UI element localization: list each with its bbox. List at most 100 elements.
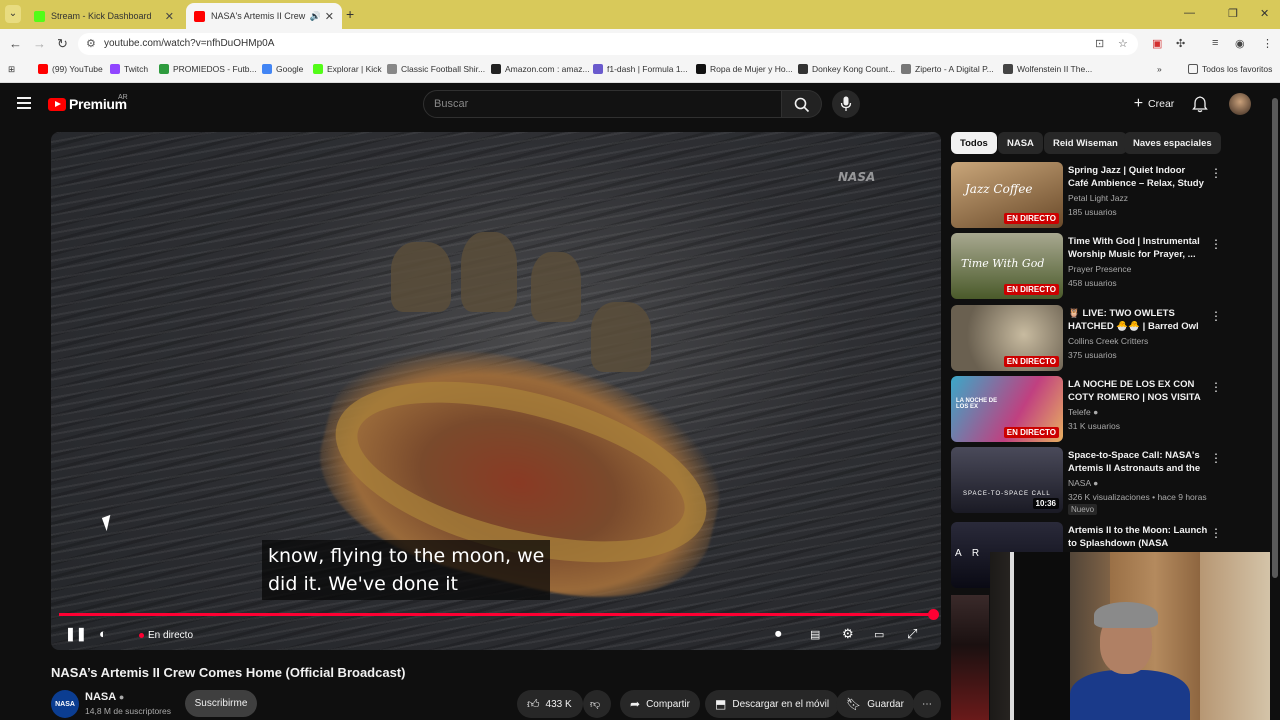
url-text[interactable]: youtube.com/watch?v=nfhDuOHMp0A — [104, 38, 274, 49]
extensions-icon[interactable]: ✣ — [1176, 37, 1185, 50]
hamburger-menu-icon[interactable] — [17, 97, 31, 109]
bookmark-item[interactable]: Twitch — [110, 64, 148, 74]
recommendation-item[interactable]: Time With God EN DIRECTO Time With God |… — [951, 233, 1251, 299]
bookmark-item[interactable]: PROMIEDOS - Futb... — [159, 64, 257, 74]
restore-icon[interactable]: ❐ — [1228, 7, 1238, 20]
subtitles-icon[interactable]: ▤ — [810, 628, 820, 641]
bookmark-item[interactable]: (99) YouTube — [38, 64, 103, 74]
thumbnail[interactable]: EN DIRECTO — [951, 305, 1063, 371]
media-controls-icon[interactable]: ≡ — [1212, 37, 1218, 49]
dislike-button[interactable]: 👎︎ — [583, 690, 611, 718]
bookmark-favicon-icon — [38, 64, 48, 74]
search-input[interactable]: Buscar — [423, 90, 782, 118]
bookmark-star-icon[interactable]: ☆ — [1118, 37, 1128, 50]
all-favorites[interactable]: Todos los favoritos — [1188, 64, 1272, 74]
more-vertical-icon[interactable]: ⋮ — [1210, 166, 1222, 180]
bookmark-item[interactable]: Ropa de Mujer y Ho... — [696, 64, 793, 74]
create-button[interactable]: + Crear — [1124, 90, 1184, 118]
recommendation-title[interactable]: Artemis II to the Moon: Launch to Splash… — [1068, 524, 1208, 550]
new-tab-button[interactable]: + — [346, 6, 354, 22]
bookmark-item[interactable]: Donkey Kong Count... — [798, 64, 895, 74]
reload-icon[interactable]: ↻ — [57, 36, 68, 52]
address-bar[interactable]: ⚙ youtube.com/watch?v=nfhDuOHMp0A ⊡ ☆ — [78, 33, 1138, 55]
browser-tab-kick[interactable]: Stream - Kick Dashboard ✕ — [26, 3, 182, 29]
profile-avatar-icon[interactable]: ◉ — [1235, 37, 1245, 50]
close-tab-icon[interactable]: ✕ — [325, 10, 334, 23]
recommendation-title[interactable]: Spring Jazz | Quiet Indoor Café Ambience… — [1068, 164, 1208, 190]
channel-name[interactable]: NASA ● — [85, 691, 124, 703]
fullscreen-icon[interactable]: ⤢ — [907, 626, 917, 642]
notifications-bell-icon[interactable] — [1192, 96, 1208, 113]
chip-reid-wiseman[interactable]: Reid Wiseman — [1044, 132, 1127, 154]
bookmark-item[interactable]: Ziperto - A Digital P... — [901, 64, 994, 74]
recommendation-item[interactable]: EN DIRECTO 🦉 LIVE: TWO OWLETS HATCHED 🐣🐣… — [951, 305, 1251, 371]
miniplayer-icon[interactable]: ▭ — [874, 628, 884, 641]
install-icon[interactable]: ⊡ — [1095, 37, 1104, 50]
window-close-icon[interactable]: ✕ — [1260, 7, 1269, 20]
more-vertical-icon[interactable]: ⋮ — [1210, 526, 1222, 540]
more-vertical-icon[interactable]: ⋮ — [1210, 309, 1222, 323]
recommendation-title[interactable]: LA NOCHE DE LOS EX CON COTY ROMERO | NOS… — [1068, 378, 1208, 404]
apps-icon[interactable]: ⊞ — [8, 64, 15, 75]
page-scrollbar[interactable] — [1270, 84, 1280, 720]
site-info-icon[interactable]: ⚙ — [86, 37, 96, 50]
like-button[interactable]: 👍︎ 433 K — [517, 690, 583, 718]
bookmark-item[interactable]: Explorar | Kick — [313, 64, 382, 74]
recommendation-item[interactable]: LA NOCHE DE LOS EX EN DIRECTO LA NOCHE D… — [951, 376, 1251, 442]
menu-icon[interactable]: ⋮ — [1262, 37, 1273, 50]
chip-nasa[interactable]: NASA — [998, 132, 1043, 154]
bookmark-item[interactable]: Classic Football Shir... — [387, 64, 485, 74]
chip-spacecraft[interactable]: Naves espaciales — [1124, 132, 1221, 154]
scrubber-handle[interactable] — [928, 609, 939, 620]
pause-icon[interactable]: ❚❚ — [65, 626, 87, 642]
recommendation-channel[interactable]: Collins Creek Critters — [1068, 336, 1148, 346]
settings-gear-icon[interactable]: ⚙ — [842, 626, 854, 642]
bookmark-item[interactable]: Amazon.com : amaz... — [491, 64, 590, 74]
thumbnail[interactable]: Jazz Coffee EN DIRECTO — [951, 162, 1063, 228]
autoplay-toggle-icon[interactable]: ⏺ — [775, 626, 782, 642]
bookmark-item[interactable]: f1-dash | Formula 1... — [593, 64, 688, 74]
recommendation-title[interactable]: 🦉 LIVE: TWO OWLETS HATCHED 🐣🐣 | Barred O… — [1068, 307, 1208, 333]
save-button[interactable]: 🔖︎ Guardar — [836, 690, 914, 718]
speaker-icon[interactable]: 🔊 — [310, 11, 321, 22]
scrollbar-thumb[interactable] — [1272, 98, 1278, 578]
more-bookmarks-icon[interactable]: » — [1157, 64, 1162, 74]
thumbnail[interactable]: LA NOCHE DE LOS EX EN DIRECTO — [951, 376, 1063, 442]
thumbnail[interactable]: Time With God EN DIRECTO — [951, 233, 1063, 299]
pdf-extension-icon[interactable]: ▣ — [1152, 37, 1162, 50]
tab-list-button[interactable]: ⌄ — [5, 5, 21, 23]
recommendation-channel[interactable]: Prayer Presence — [1068, 264, 1131, 274]
chip-all[interactable]: Todos — [951, 132, 997, 154]
thumbnail[interactable]: SPACE-TO-SPACE CALL 10:36 — [951, 447, 1063, 513]
more-vertical-icon[interactable]: ⋮ — [1210, 451, 1222, 465]
download-button[interactable]: ⬒ Descargar en el móvil — [705, 690, 840, 718]
more-vertical-icon[interactable]: ⋮ — [1210, 380, 1222, 394]
video-player[interactable]: NASA know, flying to the moon, we did it… — [51, 132, 941, 650]
search-button[interactable] — [782, 90, 822, 118]
forward-icon[interactable]: → — [33, 36, 46, 51]
recommendation-item[interactable]: SPACE-TO-SPACE CALL 10:36 Space-to-Space… — [951, 447, 1251, 515]
recommendation-channel[interactable]: NASA ● — [1068, 478, 1098, 488]
bookmark-item[interactable]: Wolfenstein II The... — [1003, 64, 1092, 74]
share-button[interactable]: ➦ Compartir — [620, 690, 700, 718]
youtube-logo[interactable]: Premium — [48, 96, 127, 112]
close-tab-icon[interactable]: ✕ — [165, 10, 174, 23]
more-vertical-icon[interactable]: ⋮ — [1210, 237, 1222, 251]
subscribe-button[interactable]: Suscribirme — [185, 690, 257, 717]
progress-bar[interactable] — [59, 613, 933, 616]
live-indicator[interactable]: En directo — [139, 630, 193, 641]
recommendation-channel[interactable]: Petal Light Jazz — [1068, 193, 1128, 203]
recommendation-title[interactable]: Time With God | Instrumental Worship Mus… — [1068, 235, 1208, 261]
recommendation-channel[interactable]: Telefe ● — [1068, 407, 1098, 417]
minimize-icon[interactable]: — — [1184, 7, 1195, 19]
voice-search-button[interactable] — [832, 90, 860, 118]
more-actions-button[interactable]: ⋯ — [913, 690, 941, 718]
channel-avatar[interactable]: NASA — [51, 690, 79, 718]
account-avatar[interactable] — [1229, 93, 1251, 115]
recommendation-title[interactable]: Space-to-Space Call: NASA's Artemis II A… — [1068, 449, 1208, 475]
bookmark-item[interactable]: Google — [262, 64, 303, 74]
recommendation-item[interactable]: Jazz Coffee EN DIRECTO Spring Jazz | Qui… — [951, 162, 1251, 228]
volume-icon[interactable]: ◐ — [99, 626, 107, 641]
browser-tab-youtube[interactable]: NASA's Artemis II Crew Co 🔊 ✕ — [186, 3, 342, 29]
back-icon[interactable]: ← — [9, 36, 22, 51]
